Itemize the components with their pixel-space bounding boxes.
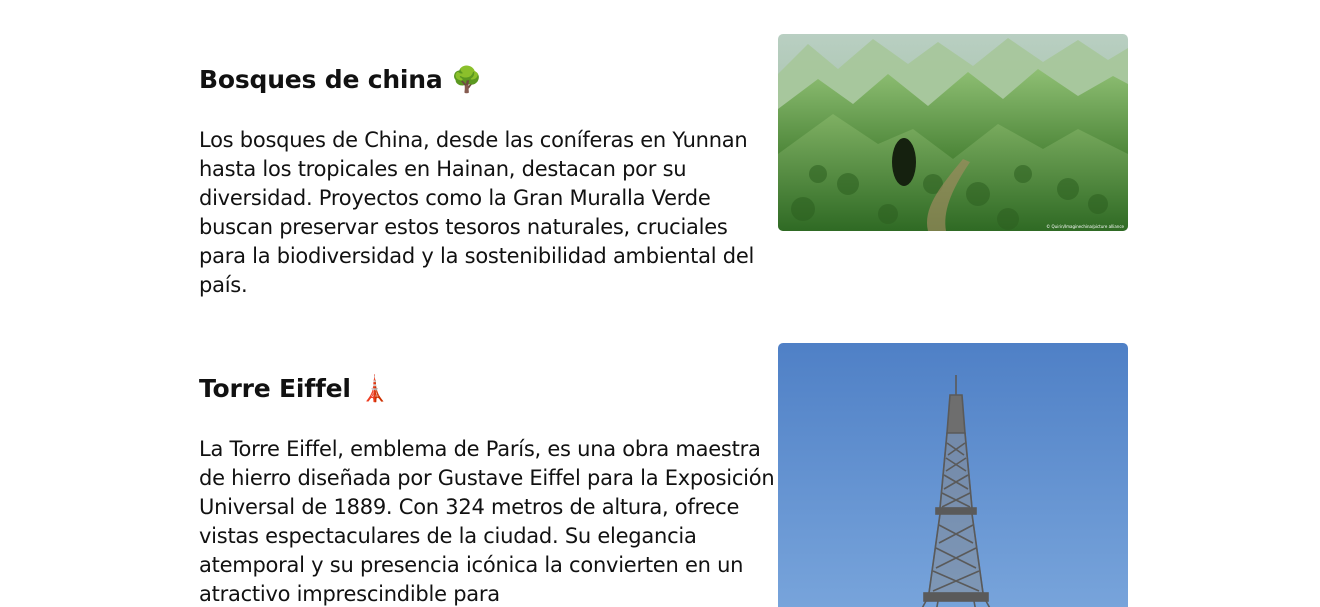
- card-description: Los bosques de China, desde las conífera…: [199, 128, 755, 297]
- image-credit: © Quirin/Imaginechina/picture alliance: [1046, 224, 1124, 229]
- eiffel-tower-illustration: [778, 343, 1128, 607]
- card-image-forest: © Quirin/Imaginechina/picture alliance: [778, 34, 1128, 231]
- card-title: Torre Eiffel 🗼: [199, 374, 391, 403]
- card-image-eiffel: [778, 343, 1128, 607]
- card-description: La Torre Eiffel, emblema de París, es un…: [199, 437, 775, 606]
- card-title: Bosques de china 🌳: [199, 65, 482, 94]
- forest-mountains-illustration: © Quirin/Imaginechina/picture alliance: [778, 34, 1128, 231]
- page: Bosques de china 🌳 Los bosques de China,…: [0, 0, 1320, 607]
